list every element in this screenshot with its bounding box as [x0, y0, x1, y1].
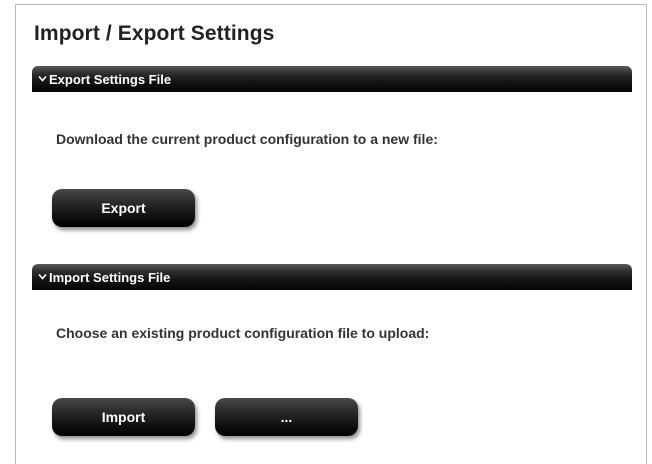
import-section-header[interactable]: Import Settings File [32, 264, 632, 290]
chevron-down-icon [38, 74, 47, 83]
export-button[interactable]: Export [52, 189, 195, 227]
chevron-down-icon [38, 272, 47, 281]
import-button[interactable]: Import [52, 398, 195, 436]
import-description: Choose an existing product configuration… [56, 325, 430, 341]
page-title: Import / Export Settings [34, 22, 275, 45]
export-section-header[interactable]: Export Settings File [32, 66, 632, 92]
browse-file-button[interactable]: ... [215, 398, 358, 436]
import-section-title: Import Settings File [49, 270, 171, 285]
export-section-title: Export Settings File [49, 72, 172, 87]
settings-panel: Import / Export Settings Export Settings… [15, 4, 647, 464]
export-description: Download the current product configurati… [56, 131, 438, 147]
